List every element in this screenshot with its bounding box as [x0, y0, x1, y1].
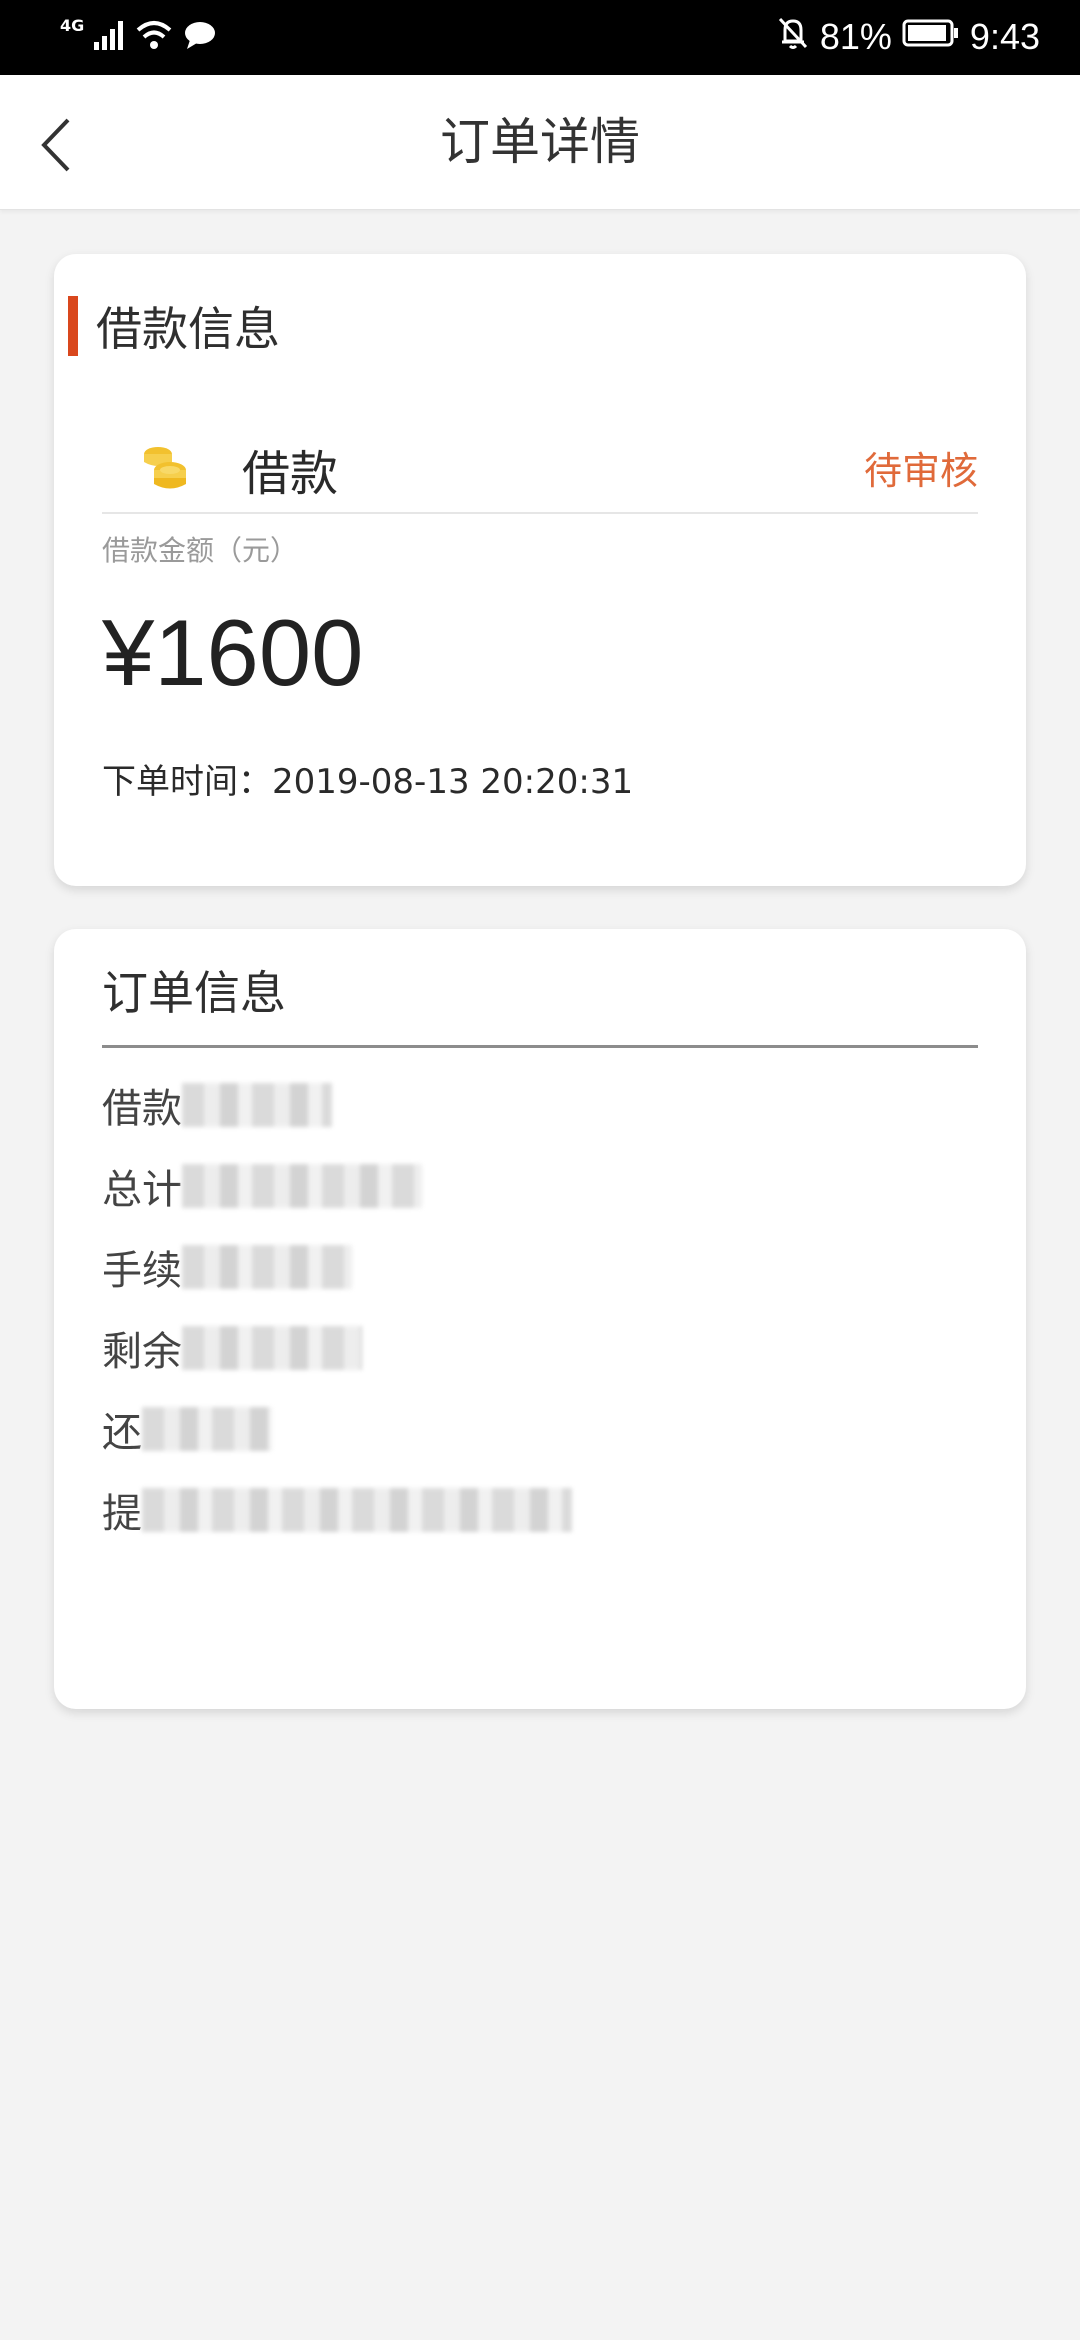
- network-type: 4G: [60, 15, 85, 35]
- loan-name: 借款: [242, 446, 339, 502]
- loan-amount: ¥1600: [102, 600, 364, 705]
- status-bar: 4G 81% 9:43: [0, 0, 1080, 75]
- loan-section-header: 借款信息: [68, 296, 280, 356]
- wifi-icon: [134, 18, 174, 56]
- info-label: 剩余: [102, 1328, 182, 1375]
- list-item: 总计: [102, 1145, 572, 1226]
- info-label: 还: [102, 1409, 142, 1456]
- loan-info-card: 借款信息 借款 待审核 借款金额（元） ¥1600 下单时间：2019-08-1…: [54, 254, 1026, 886]
- redacted-value: [142, 1487, 572, 1532]
- redacted-value: [182, 1244, 352, 1289]
- info-label: 提: [102, 1490, 142, 1537]
- clock: 9:43: [969, 16, 1040, 57]
- app-header: 订单详情: [0, 75, 1080, 210]
- loan-row[interactable]: 借款 待审核: [102, 424, 978, 514]
- divider: [102, 1045, 978, 1048]
- status-badge: 待审核: [863, 449, 978, 493]
- list-item: 剩余: [102, 1307, 572, 1388]
- info-label: 手续: [102, 1247, 182, 1294]
- mute-bell-icon: [776, 15, 810, 60]
- redacted-value: [182, 1163, 422, 1208]
- order-info-card: 订单信息 借款 总计 手续 剩余 还 提: [54, 929, 1026, 1709]
- status-left: 4G: [60, 16, 218, 58]
- list-item: 借款: [102, 1064, 572, 1145]
- list-item: 手续: [102, 1226, 572, 1307]
- accent-bar: [68, 296, 78, 356]
- redacted-value: [182, 1325, 362, 1370]
- order-time: 下单时间：2019-08-13 20:20:31: [102, 762, 634, 802]
- coins-icon: [138, 440, 192, 494]
- status-right: 81% 9:43: [776, 14, 1040, 60]
- order-info-title: 订单信息: [102, 966, 286, 1020]
- battery-percent: 81%: [819, 16, 892, 57]
- loan-section-title: 借款信息: [96, 302, 280, 356]
- battery-icon: [902, 17, 960, 57]
- redacted-value: [182, 1082, 332, 1127]
- message-icon: [182, 18, 218, 56]
- info-label: 总计: [102, 1166, 182, 1213]
- page-title: 订单详情: [440, 113, 640, 171]
- list-item: 提: [102, 1469, 572, 1550]
- redacted-value: [142, 1406, 272, 1451]
- order-info-list: 借款 总计 手续 剩余 还 提: [102, 1064, 572, 1550]
- list-item: 还: [102, 1388, 572, 1469]
- amount-label: 借款金额（元）: [102, 534, 299, 567]
- info-label: 借款: [102, 1085, 182, 1132]
- signal-icon: [92, 18, 126, 56]
